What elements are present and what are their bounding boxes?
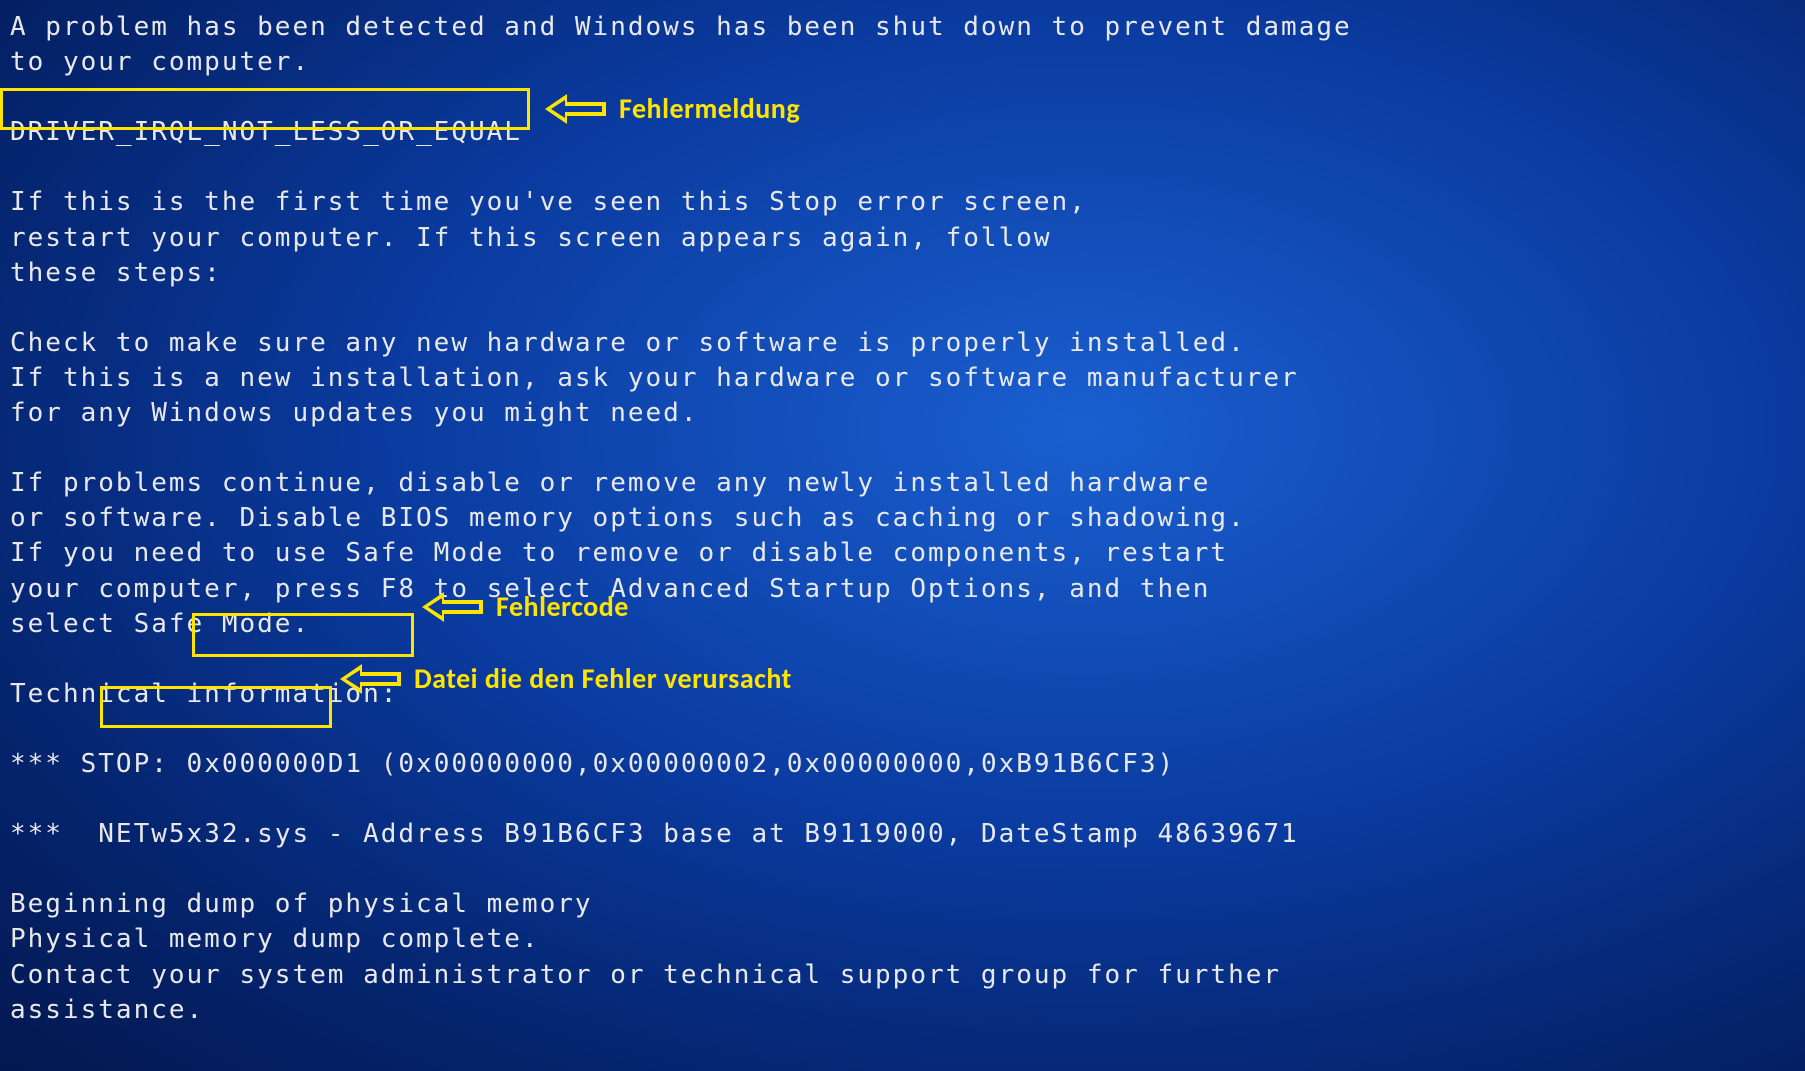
bsod-p2-l3: for any Windows updates you might need.	[10, 398, 698, 428]
annotation-error-code: Fehlercode	[422, 588, 629, 626]
bsod-file-suffix: - Address B91B6CF3 base at B9119000, Dat…	[310, 819, 1299, 849]
bsod-file-prefix: ***	[10, 819, 98, 849]
annotation-file-cause-label: Datei die den Fehler verursacht	[414, 660, 792, 698]
annotation-file-cause: Datei die den Fehler verursacht	[340, 660, 792, 698]
bsod-dump-l2: Physical memory dump complete.	[10, 924, 540, 954]
bsod-p2-l1: Check to make sure any new hardware or s…	[10, 328, 1246, 358]
annotation-error-message: Fehlermeldung	[545, 90, 800, 128]
bsod-file-name: NETw5x32.sys	[98, 819, 310, 849]
bsod-p3-l3: If you need to use Safe Mode to remove o…	[10, 538, 1228, 568]
bsod-stop-code: 0x000000D1	[187, 749, 364, 779]
arrow-left-icon	[422, 592, 484, 622]
annotation-error-code-label: Fehlercode	[496, 588, 629, 626]
highlight-box-stop-code	[192, 613, 414, 657]
bsod-intro-line-2: to your computer.	[10, 47, 310, 77]
arrow-left-icon	[545, 94, 607, 124]
bsod-p3-l1: If problems continue, disable or remove …	[10, 468, 1210, 498]
bsod-p3-l2: or software. Disable BIOS memory options…	[10, 503, 1246, 533]
annotation-error-message-label: Fehlermeldung	[619, 90, 800, 128]
bsod-intro-line-1: A problem has been detected and Windows …	[10, 12, 1352, 42]
arrow-left-icon	[340, 664, 402, 694]
bsod-stop-prefix: *** STOP:	[10, 749, 187, 779]
bsod-dump-l1: Beginning dump of physical memory	[10, 889, 593, 919]
highlight-box-file-name	[100, 686, 332, 728]
bsod-dump-l3: Contact your system administrator or tec…	[10, 960, 1281, 990]
bsod-p1-l1: If this is the first time you've seen th…	[10, 187, 1087, 217]
bsod-dump-l4: assistance.	[10, 995, 204, 1025]
highlight-box-error-name	[0, 88, 530, 130]
bsod-p2-l2: If this is a new installation, ask your …	[10, 363, 1299, 393]
bsod-p1-l2: restart your computer. If this screen ap…	[10, 223, 1052, 253]
bsod-stop-params: (0x00000000,0x00000002,0x00000000,0xB91B…	[363, 749, 1175, 779]
bsod-p1-l3: these steps:	[10, 258, 222, 288]
bsod-screen: A problem has been detected and Windows …	[10, 10, 1795, 1028]
